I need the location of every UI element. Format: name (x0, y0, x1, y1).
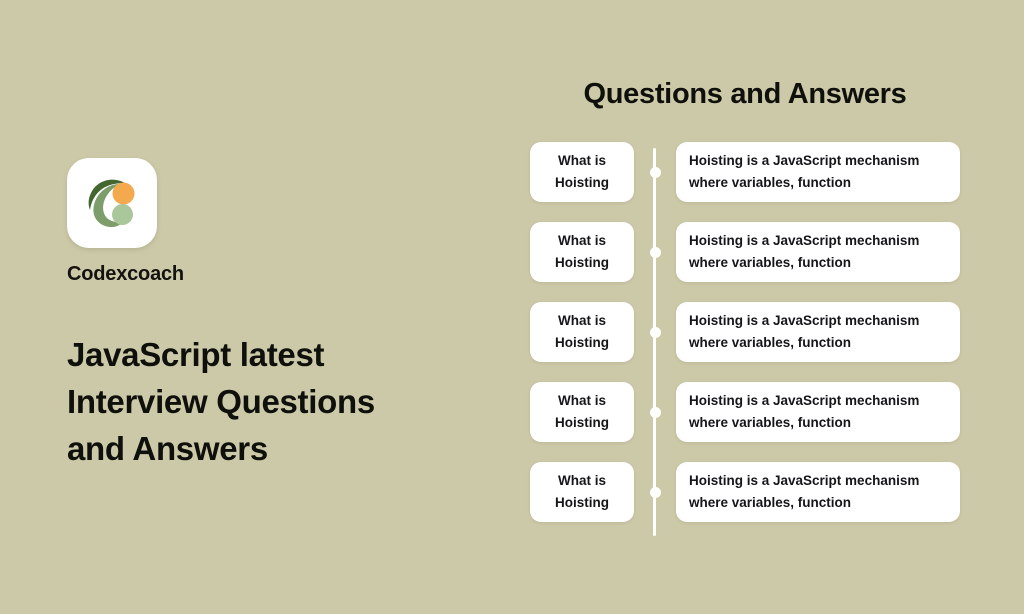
question-line-1: What is (557, 313, 606, 329)
question-line-2: Hoisting (555, 415, 609, 430)
answer-line-2: where variables, function (689, 495, 852, 510)
answer-card[interactable]: Hoisting is a JavaScript mechanism where… (676, 302, 960, 362)
codexcoach-c-logo-icon (81, 172, 143, 234)
page-title-line-1: JavaScript latest (67, 336, 325, 373)
question-line-1: What is (557, 233, 606, 249)
question-card[interactable]: What is Hoisting (530, 142, 634, 202)
question-line-1: What is (557, 473, 606, 489)
question-line-2: Hoisting (555, 495, 609, 510)
timeline-dot-column (634, 382, 676, 442)
timeline-dot-icon (649, 246, 661, 258)
timeline-dot-icon (649, 166, 661, 178)
page-title-line-3: and Answers (67, 429, 268, 467)
page-title: JavaScript latest Interview Questions an… (67, 332, 447, 473)
question-card[interactable]: What is Hoisting (530, 222, 634, 282)
timeline-dot-icon (649, 406, 661, 418)
answer-line-1: Hoisting is a JavaScript mechanism (689, 153, 920, 169)
answer-line-2: where variables, function (689, 175, 852, 190)
question-line-2: Hoisting (555, 335, 609, 350)
qa-rows: What is Hoisting Hoisting is a JavaScrip… (530, 142, 960, 522)
qa-row[interactable]: What is Hoisting Hoisting is a JavaScrip… (530, 382, 960, 442)
qa-panel: Questions and Answers What is Hoisting H… (530, 78, 960, 536)
timeline-dot-column (634, 302, 676, 362)
question-card[interactable]: What is Hoisting (530, 462, 634, 522)
answer-line-1: Hoisting is a JavaScript mechanism (689, 473, 920, 489)
timeline-dot-icon (649, 326, 661, 338)
question-card[interactable]: What is Hoisting (530, 302, 634, 362)
answer-line-1: Hoisting is a JavaScript mechanism (689, 393, 920, 409)
qa-row[interactable]: What is Hoisting Hoisting is a JavaScrip… (530, 302, 960, 362)
question-line-1: What is (557, 153, 606, 169)
brand-name: Codexcoach (67, 263, 184, 285)
qa-row[interactable]: What is Hoisting Hoisting is a JavaScrip… (530, 222, 960, 282)
answer-line-2: where variables, function (689, 335, 852, 350)
qa-heading: Questions and Answers (583, 78, 907, 110)
answer-line-1: Hoisting is a JavaScript mechanism (689, 313, 920, 329)
timeline-dot-column (634, 462, 676, 522)
qa-row[interactable]: What is Hoisting Hoisting is a JavaScrip… (530, 142, 960, 202)
timeline-dot-icon (649, 486, 661, 498)
qa-row[interactable]: What is Hoisting Hoisting is a JavaScrip… (530, 462, 960, 522)
answer-card[interactable]: Hoisting is a JavaScript mechanism where… (676, 142, 960, 202)
question-line-2: Hoisting (555, 175, 609, 190)
answer-card[interactable]: Hoisting is a JavaScript mechanism where… (676, 382, 960, 442)
answer-line-1: Hoisting is a JavaScript mechanism (689, 233, 920, 249)
slide-canvas: Codexcoach JavaScript latest Interview Q… (0, 0, 1024, 614)
answer-line-2: where variables, function (689, 415, 852, 430)
question-card[interactable]: What is Hoisting (530, 382, 634, 442)
brand-and-title-panel: Codexcoach JavaScript latest Interview Q… (67, 158, 487, 473)
timeline-dot-column (634, 142, 676, 202)
answer-card[interactable]: Hoisting is a JavaScript mechanism where… (676, 462, 960, 522)
answer-card[interactable]: Hoisting is a JavaScript mechanism where… (676, 222, 960, 282)
logo-tile (67, 158, 157, 248)
question-line-2: Hoisting (555, 255, 609, 270)
page-title-line-2: Interview Questions (67, 382, 375, 420)
question-line-1: What is (557, 393, 606, 409)
timeline-dot-column (634, 222, 676, 282)
answer-line-2: where variables, function (689, 255, 852, 270)
